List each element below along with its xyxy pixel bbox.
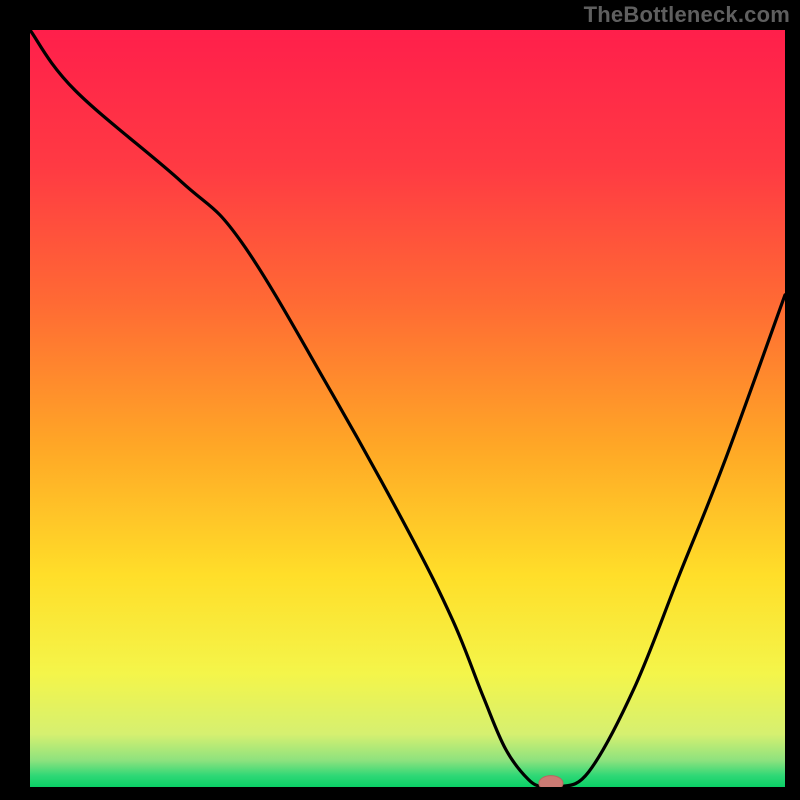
frame-bottom bbox=[0, 787, 800, 800]
frame-right bbox=[785, 0, 800, 800]
chart-container: { "watermark": "TheBottleneck.com", "col… bbox=[0, 0, 800, 800]
bottleneck-chart bbox=[0, 0, 800, 800]
watermark-text: TheBottleneck.com bbox=[584, 2, 790, 28]
plot-background bbox=[30, 30, 785, 787]
frame-left bbox=[0, 0, 30, 800]
